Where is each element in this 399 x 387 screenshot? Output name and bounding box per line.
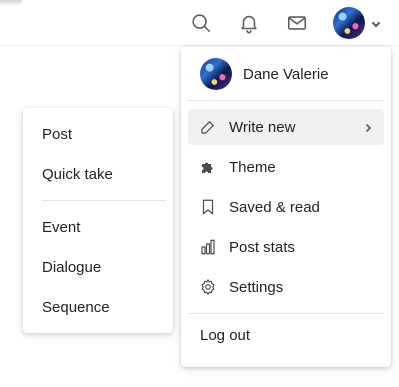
menu-item-post-stats[interactable]: Post stats [188,229,384,265]
user-menu-button[interactable] [333,7,389,39]
menu-item-saved-read[interactable]: Saved & read [188,189,384,225]
gear-icon [199,278,217,296]
menu-item-label: Write new [229,118,296,136]
submenu-item-dialogue[interactable]: Dialogue [23,249,173,285]
avatar [333,7,365,39]
menu-item-label: Theme [229,158,276,176]
menu-item-theme[interactable]: Theme [188,149,384,185]
menu-divider-bottom [188,313,384,314]
bell-icon[interactable] [236,10,262,36]
menu-item-label: Saved & read [229,198,320,216]
menu-item-label: Settings [229,278,284,296]
submenu-divider [42,200,166,201]
submenu-item-event[interactable]: Event [23,209,173,245]
chevron-right-icon [362,121,374,133]
submenu-item-sequence[interactable]: Sequence [23,289,173,325]
menu-item-settings[interactable]: Settings [188,269,384,305]
pencil-icon [199,118,217,136]
bar-chart-icon [199,238,217,256]
puzzle-icon [199,158,217,176]
menu-item-label: Post stats [229,238,295,256]
menu-item-write-new[interactable]: Write new [188,109,384,145]
menu-divider-top [188,100,384,101]
submenu-item-post[interactable]: Post [23,116,173,152]
search-icon[interactable] [188,10,214,36]
top-bar [0,0,399,46]
write-new-submenu: Post Quick take Event Dialogue Sequence [23,108,173,333]
submenu-item-quick-take[interactable]: Quick take [23,156,173,192]
avatar [200,58,232,90]
bookmark-icon [199,198,217,216]
top-left-shadow [0,0,22,6]
mail-icon[interactable] [284,10,310,36]
profile-link[interactable]: Dane Valerie [181,57,391,91]
logout-button[interactable]: Log out [200,327,250,344]
user-name: Dane Valerie [243,65,329,83]
chevron-down-icon [370,17,382,29]
user-dropdown-menu: Dane Valerie Write new Theme Saved & rea… [181,47,391,367]
